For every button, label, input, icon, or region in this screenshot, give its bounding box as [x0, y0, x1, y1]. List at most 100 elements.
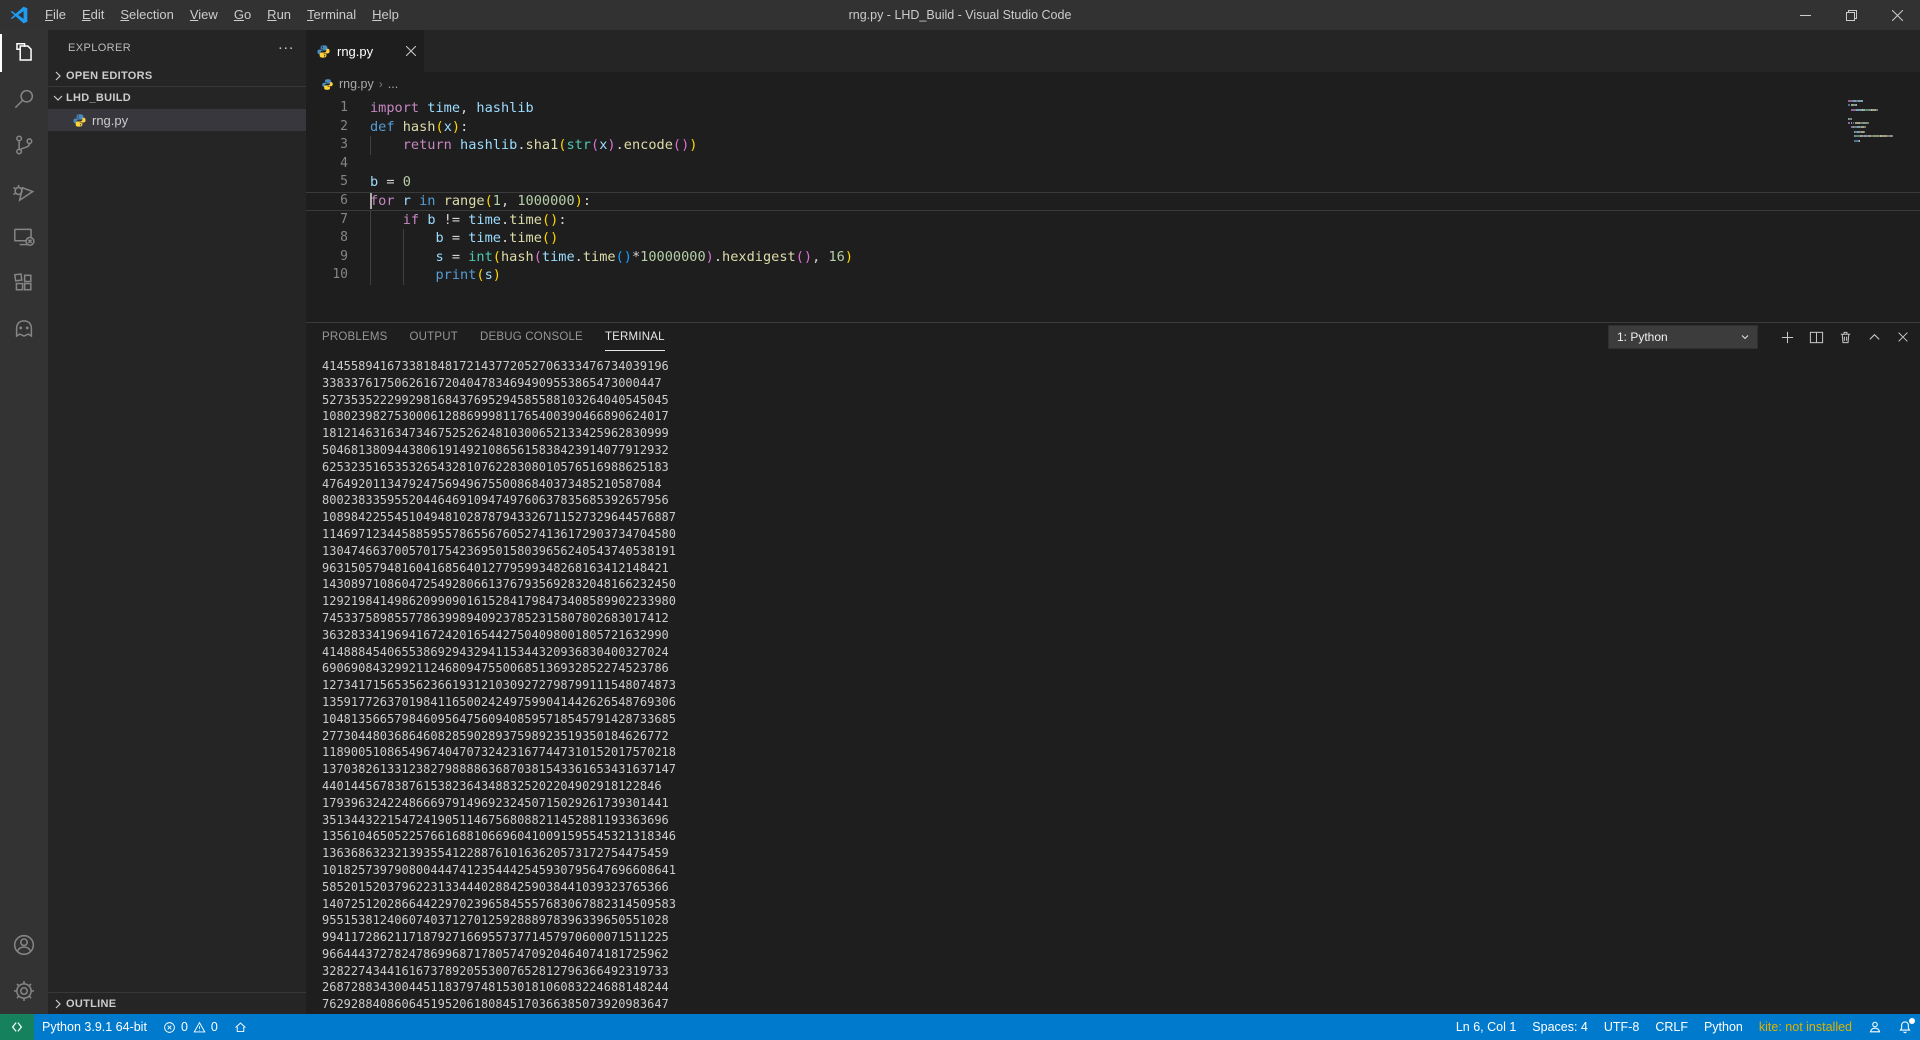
account-icon[interactable]: [0, 922, 48, 968]
code-line[interactable]: 2 def hash(x):: [306, 118, 1920, 137]
terminal-output-line: 1356104650522576616881066960410091595545…: [322, 829, 677, 844]
terminal-output[interactable]: 4145589416733818481721437720527063334767…: [306, 351, 1920, 1014]
kill-terminal-icon[interactable]: [1838, 330, 1853, 345]
minimap-line: [1848, 139, 1906, 142]
terminal-output-line: 1407251202866442297023965845557683067882…: [322, 896, 677, 911]
minimap-line: [1848, 121, 1906, 124]
feedback-status-item[interactable]: [1860, 1014, 1890, 1040]
code-line[interactable]: 7 if b != time.time():: [306, 210, 1920, 230]
code-line[interactable]: 3 return hashlib.sha1(str(x).encode()): [306, 136, 1920, 155]
panel-tabs: PROBLEMS OUTPUT DEBUG CONSOLE TERMINAL: [322, 323, 687, 351]
line-number: 3: [340, 137, 348, 153]
panel-tab-output[interactable]: OUTPUT: [410, 323, 458, 351]
breadcrumb-file[interactable]: rng.py: [339, 77, 374, 91]
language-mode-status[interactable]: Python: [1696, 1014, 1751, 1040]
new-terminal-icon[interactable]: [1780, 330, 1795, 345]
menu-help[interactable]: Help: [364, 0, 407, 30]
more-actions-icon[interactable]: ···: [274, 39, 298, 56]
menu-run[interactable]: Run: [259, 0, 299, 30]
restore-button[interactable]: [1828, 0, 1874, 30]
breadcrumb[interactable]: rng.py › ...: [306, 72, 1920, 96]
indent-guide-line: [370, 229, 371, 248]
code-line[interactable]: 1 import time, hashlib: [306, 99, 1920, 118]
menu-selection[interactable]: Selection: [112, 0, 181, 30]
explorer-sidebar: EXPLORER ··· OPEN EDITORS LHD_BUILD rng.…: [48, 30, 306, 1014]
python-file-icon: [73, 113, 86, 127]
window-title: rng.py - LHD_Build - Visual Studio Code: [848, 8, 1072, 22]
indent-guide-line: [402, 247, 404, 267]
kite-icon[interactable]: [0, 306, 48, 352]
source-control-icon[interactable]: [0, 122, 48, 168]
sidebar-section-open-editors[interactable]: OPEN EDITORS: [48, 65, 306, 87]
kite-status[interactable]: kite: not installed: [1751, 1014, 1860, 1040]
terminal-output-line: 1048135665798460956475609408595718545791…: [322, 711, 677, 726]
language-label: Python: [1703, 1020, 1743, 1034]
search-icon[interactable]: [0, 76, 48, 122]
code-line[interactable]: 10 print(s): [306, 266, 1920, 285]
minimap-line: [1848, 117, 1906, 120]
explorer-icon[interactable]: [0, 30, 48, 76]
activity-bar: [0, 30, 48, 1014]
tab-rng-py[interactable]: rng.py: [306, 30, 424, 72]
panel-tab-terminal[interactable]: TERMINAL: [604, 323, 665, 351]
menu-view[interactable]: View: [182, 0, 226, 30]
sidebar-item-rng-py[interactable]: rng.py: [48, 109, 306, 131]
close-tab-icon[interactable]: [406, 46, 416, 56]
code-line[interactable]: 4: [306, 155, 1920, 174]
cursor-position-status[interactable]: Ln 6, Col 1: [1448, 1014, 1524, 1040]
minimap[interactable]: [1848, 100, 1906, 144]
code-text: print(s): [370, 266, 1920, 285]
folder-name-label: LHD_BUILD: [66, 92, 132, 104]
menu-go[interactable]: Go: [226, 0, 259, 30]
terminal-output-line: 4401445678387615382364348832520220490291…: [322, 778, 662, 793]
menu-file[interactable]: File: [37, 0, 74, 30]
python-file-icon: [322, 78, 333, 90]
panel-tab-problems[interactable]: PROBLEMS: [322, 323, 388, 351]
terminal-select[interactable]: 1: Python: [1608, 325, 1758, 349]
terminal-output-line: 7629288408606451952061808451703663850739…: [322, 997, 669, 1012]
code-line[interactable]: 9 s = int(hash(time.time()*10000000).hex…: [306, 247, 1920, 267]
code-line[interactable]: 8 b = time.time(): [306, 229, 1920, 248]
close-panel-icon[interactable]: [1896, 330, 1910, 344]
minimize-button[interactable]: [1782, 0, 1828, 30]
code-line[interactable]: 6 for r in range(1, 1000000):: [306, 192, 1920, 211]
line-number: 4: [340, 155, 348, 171]
code-line[interactable]: 5 b = 0: [306, 173, 1920, 192]
terminal-output-line: 9664443727824786996871780574709204640741…: [322, 946, 669, 961]
python-interpreter-status[interactable]: Python 3.9.1 64-bit: [34, 1014, 155, 1040]
home-status-item[interactable]: [226, 1014, 255, 1040]
panel-tab-debug-console[interactable]: DEBUG CONSOLE: [480, 323, 583, 351]
terminal-output-line: 1370382613312382798888636870381543361653…: [322, 762, 677, 777]
terminal-select-value: 1: Python: [1617, 330, 1668, 344]
sidebar-section-outline[interactable]: OUTLINE: [48, 992, 306, 1014]
close-window-button[interactable]: [1874, 0, 1920, 30]
line-number: 9: [340, 248, 348, 264]
remote-explorer-icon[interactable]: [0, 214, 48, 260]
settings-gear-icon[interactable]: [0, 968, 48, 1014]
outline-label: OUTLINE: [66, 997, 117, 1010]
breadcrumb-symbol[interactable]: ...: [388, 77, 398, 91]
run-and-debug-icon[interactable]: [0, 168, 48, 214]
menu-edit[interactable]: Edit: [74, 0, 112, 30]
remote-indicator[interactable]: [0, 1014, 34, 1040]
python-file-icon: [317, 44, 330, 58]
code-text: b = 0: [370, 174, 411, 191]
notifications-status-item[interactable]: [1890, 1014, 1920, 1040]
maximize-panel-icon[interactable]: [1867, 330, 1882, 345]
terminal-output-line: 1359177263701984116500242497599041442626…: [322, 694, 677, 709]
sidebar-section-folder[interactable]: LHD_BUILD: [48, 87, 306, 109]
encoding-status[interactable]: UTF-8: [1596, 1014, 1647, 1040]
indentation-status[interactable]: Spaces: 4: [1524, 1014, 1596, 1040]
split-terminal-icon[interactable]: [1809, 330, 1824, 345]
eol-status[interactable]: CRLF: [1647, 1014, 1696, 1040]
menu-terminal[interactable]: Terminal: [299, 0, 364, 30]
breadcrumb-separator-icon: ›: [378, 77, 383, 91]
problems-status[interactable]: 0 0: [155, 1014, 226, 1040]
sidebar-header: EXPLORER ···: [48, 30, 306, 65]
warning-icon: [193, 1021, 206, 1032]
code-editor[interactable]: 1 import time, hashlib 2 def hash(x): 3 retu…: [306, 96, 1920, 322]
extensions-icon[interactable]: [0, 260, 48, 306]
panel-header: PROBLEMS OUTPUT DEBUG CONSOLE TERMINAL 1: P…: [306, 323, 1920, 351]
terminal-output-line: 1793963242248666979149692324507150292617…: [322, 795, 669, 810]
